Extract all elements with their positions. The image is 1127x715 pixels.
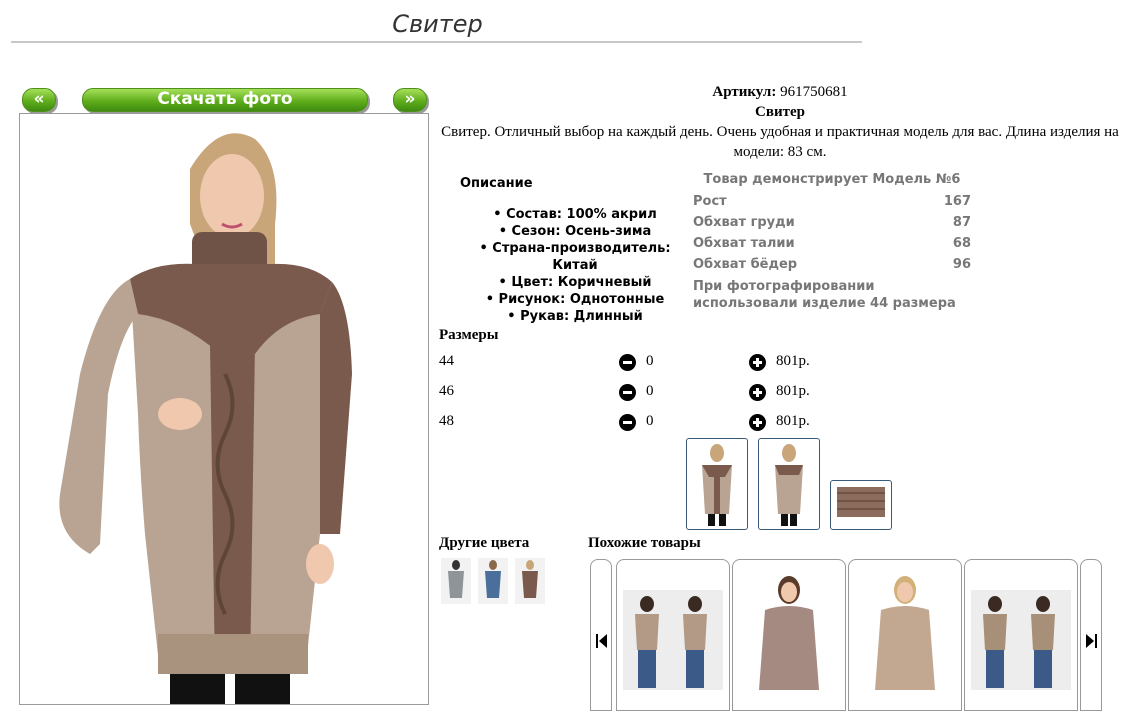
- minus-circle-icon[interactable]: [619, 414, 636, 431]
- details-item: • Цвет: Коричневый: [498, 275, 652, 290]
- similar-product-card[interactable]: [732, 559, 846, 711]
- photo-thumbnail[interactable]: [758, 438, 820, 530]
- color-variant-blue[interactable]: [478, 558, 508, 604]
- sku-line: Артикул: 961750681: [440, 82, 1120, 102]
- similar-product-image: [759, 576, 819, 690]
- product-description: Свитер. Отличный выбор на каждый день. О…: [441, 124, 1119, 160]
- thumbnail-image: [775, 444, 803, 526]
- similar-product-image: [971, 590, 1071, 690]
- sku-value: 961750681: [780, 84, 848, 100]
- size-label: 48: [439, 413, 454, 429]
- size-price: 801р.: [776, 353, 810, 369]
- details-item: • Рисунок: Однотонные: [485, 292, 665, 307]
- measurement-row: Обхват груди 87: [693, 215, 971, 230]
- measurement-row: Обхват бёдер 96: [693, 257, 971, 272]
- similar-product-image: [875, 576, 935, 690]
- similar-products-title: Похожие товары: [588, 535, 701, 551]
- main-product-photo[interactable]: [19, 113, 429, 705]
- size-row: 44 0 801р.: [439, 353, 819, 373]
- size-label: 46: [439, 383, 454, 399]
- quantity-value: 0: [646, 413, 654, 429]
- title-divider: [11, 41, 862, 43]
- details-item: • Страна-производитель: Китай: [479, 241, 671, 273]
- carousel-next-button[interactable]: [1080, 559, 1102, 711]
- sizes-title: Размеры: [439, 327, 499, 343]
- similar-product-image: [623, 590, 723, 690]
- plus-circle-icon[interactable]: [749, 354, 766, 371]
- carousel-next-icon: [1086, 634, 1097, 648]
- model-in-sweater-image: [59, 133, 352, 704]
- thumbnail-image: [837, 487, 885, 517]
- similar-product-card[interactable]: [964, 559, 1078, 711]
- plus-circle-icon[interactable]: [749, 414, 766, 431]
- details-list: • Состав: 100% акрил • Сезон: Осень-зима…: [455, 206, 695, 325]
- thumbnail-image: [702, 444, 732, 526]
- details-title: Описание: [460, 176, 533, 191]
- minus-circle-icon[interactable]: [619, 384, 636, 401]
- variant-image: [478, 558, 508, 604]
- similar-product-card[interactable]: [848, 559, 962, 711]
- quantity-value: 0: [646, 383, 654, 399]
- color-variant-brown[interactable]: [515, 558, 545, 604]
- details-item: • Рукав: Длинный: [507, 309, 643, 324]
- download-photo-button[interactable]: Скачать фото: [82, 88, 368, 112]
- other-colors-title: Другие цвета: [439, 535, 530, 551]
- model-title: Товар демонстрирует Модель №6: [703, 172, 961, 187]
- variant-image: [515, 558, 545, 604]
- details-item: • Состав: 100% акрил: [493, 207, 657, 222]
- variant-image: [441, 558, 471, 604]
- details-item: • Сезон: Осень-зима: [498, 224, 652, 239]
- model-measurements: Товар демонстрирует Модель №6 Рост 167 Об…: [693, 172, 971, 312]
- carousel-prev-icon: [596, 634, 607, 648]
- next-photo-button[interactable]: »: [393, 88, 427, 112]
- page-title: Свитер: [392, 10, 483, 38]
- photo-thumbnail[interactable]: [830, 480, 892, 530]
- carousel-prev-button[interactable]: [590, 559, 612, 711]
- similar-product-card[interactable]: [616, 559, 730, 711]
- photo-thumbnail[interactable]: [686, 438, 748, 530]
- measurement-row: Обхват талии 68: [693, 236, 971, 251]
- color-variant-gray[interactable]: [441, 558, 471, 604]
- product-name: Свитер: [755, 104, 805, 120]
- minus-circle-icon[interactable]: [619, 354, 636, 371]
- size-row: 48 0 801р.: [439, 413, 819, 433]
- plus-circle-icon[interactable]: [749, 384, 766, 401]
- model-size-note: При фотографировании использовали издели…: [693, 279, 956, 311]
- measurement-row: Рост 167: [693, 194, 971, 209]
- size-label: 44: [439, 353, 454, 369]
- prev-photo-button[interactable]: «: [22, 88, 56, 112]
- size-row: 46 0 801р.: [439, 383, 819, 403]
- sku-label: Артикул:: [712, 84, 777, 100]
- size-price: 801р.: [776, 413, 810, 429]
- size-price: 801р.: [776, 383, 810, 399]
- product-info: Артикул: 961750681 Свитер Свитер. Отличн…: [440, 82, 1120, 162]
- quantity-value: 0: [646, 353, 654, 369]
